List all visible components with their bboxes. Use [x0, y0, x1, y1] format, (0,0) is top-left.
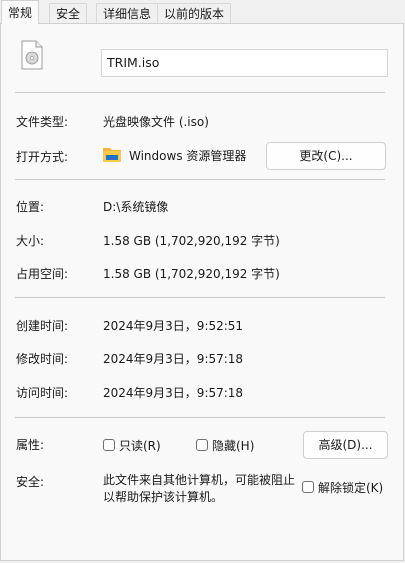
size-on-disk-value: 1.58 GB (1,702,920,192 字节) — [103, 267, 280, 281]
file-name-field[interactable]: TRIM.iso — [101, 49, 388, 77]
open-with-label: 打开方式: — [16, 150, 69, 164]
tab-security[interactable]: 安全 — [49, 3, 88, 23]
tab-details[interactable]: 详细信息 — [96, 3, 159, 23]
security-label: 安全: — [16, 475, 45, 489]
open-with-value: Windows 资源管理器 — [129, 149, 247, 163]
change-button[interactable]: 更改(C)... — [266, 142, 386, 170]
created-label: 创建时间: — [16, 319, 69, 333]
tab-bar: 常规 安全 详细信息 以前的版本 — [0, 0, 405, 24]
hidden-checkbox[interactable] — [196, 439, 208, 451]
security-message-line2: 以帮助保护该计算机。 — [103, 490, 224, 504]
security-message: 此文件来自其他计算机，可能被阻止 以帮助保护该计算机。 — [103, 472, 295, 506]
readonly-checkbox[interactable] — [103, 439, 115, 451]
separator — [15, 297, 385, 298]
hidden-label[interactable]: 隐藏(H) — [212, 437, 254, 454]
unblock-label[interactable]: 解除锁定(K) — [318, 479, 383, 496]
advanced-button[interactable]: 高级(D)... — [303, 431, 388, 459]
unblock-checkbox[interactable] — [302, 481, 314, 493]
file-explorer-folder-icon — [103, 148, 121, 162]
file-type-value: 光盘映像文件 (.iso) — [103, 115, 209, 129]
accessed-label: 访问时间: — [16, 386, 69, 400]
size-on-disk-label: 占用空间: — [16, 267, 69, 281]
disc-image-file-icon — [21, 40, 43, 70]
security-message-line1: 此文件来自其他计算机，可能被阻止 — [103, 473, 296, 487]
tab-general[interactable]: 常规 — [1, 0, 40, 24]
tab-previous-versions[interactable]: 以前的版本 — [157, 3, 232, 23]
separator — [15, 417, 385, 418]
size-label: 大小: — [16, 234, 45, 248]
accessed-value: 2024年9月3日，9:57:18 — [103, 386, 244, 400]
separator — [15, 92, 385, 93]
modified-label: 修改时间: — [16, 352, 69, 366]
separator — [15, 179, 385, 180]
readonly-label[interactable]: 只读(R) — [119, 437, 161, 454]
location-value: D:\系统镜像 — [103, 200, 169, 214]
location-label: 位置: — [16, 200, 45, 214]
created-value: 2024年9月3日，9:52:51 — [103, 319, 244, 333]
file-type-label: 文件类型: — [16, 115, 69, 129]
attributes-label: 属性: — [16, 438, 45, 452]
modified-value: 2024年9月3日，9:57:18 — [103, 352, 244, 366]
size-value: 1.58 GB (1,702,920,192 字节) — [103, 234, 280, 248]
